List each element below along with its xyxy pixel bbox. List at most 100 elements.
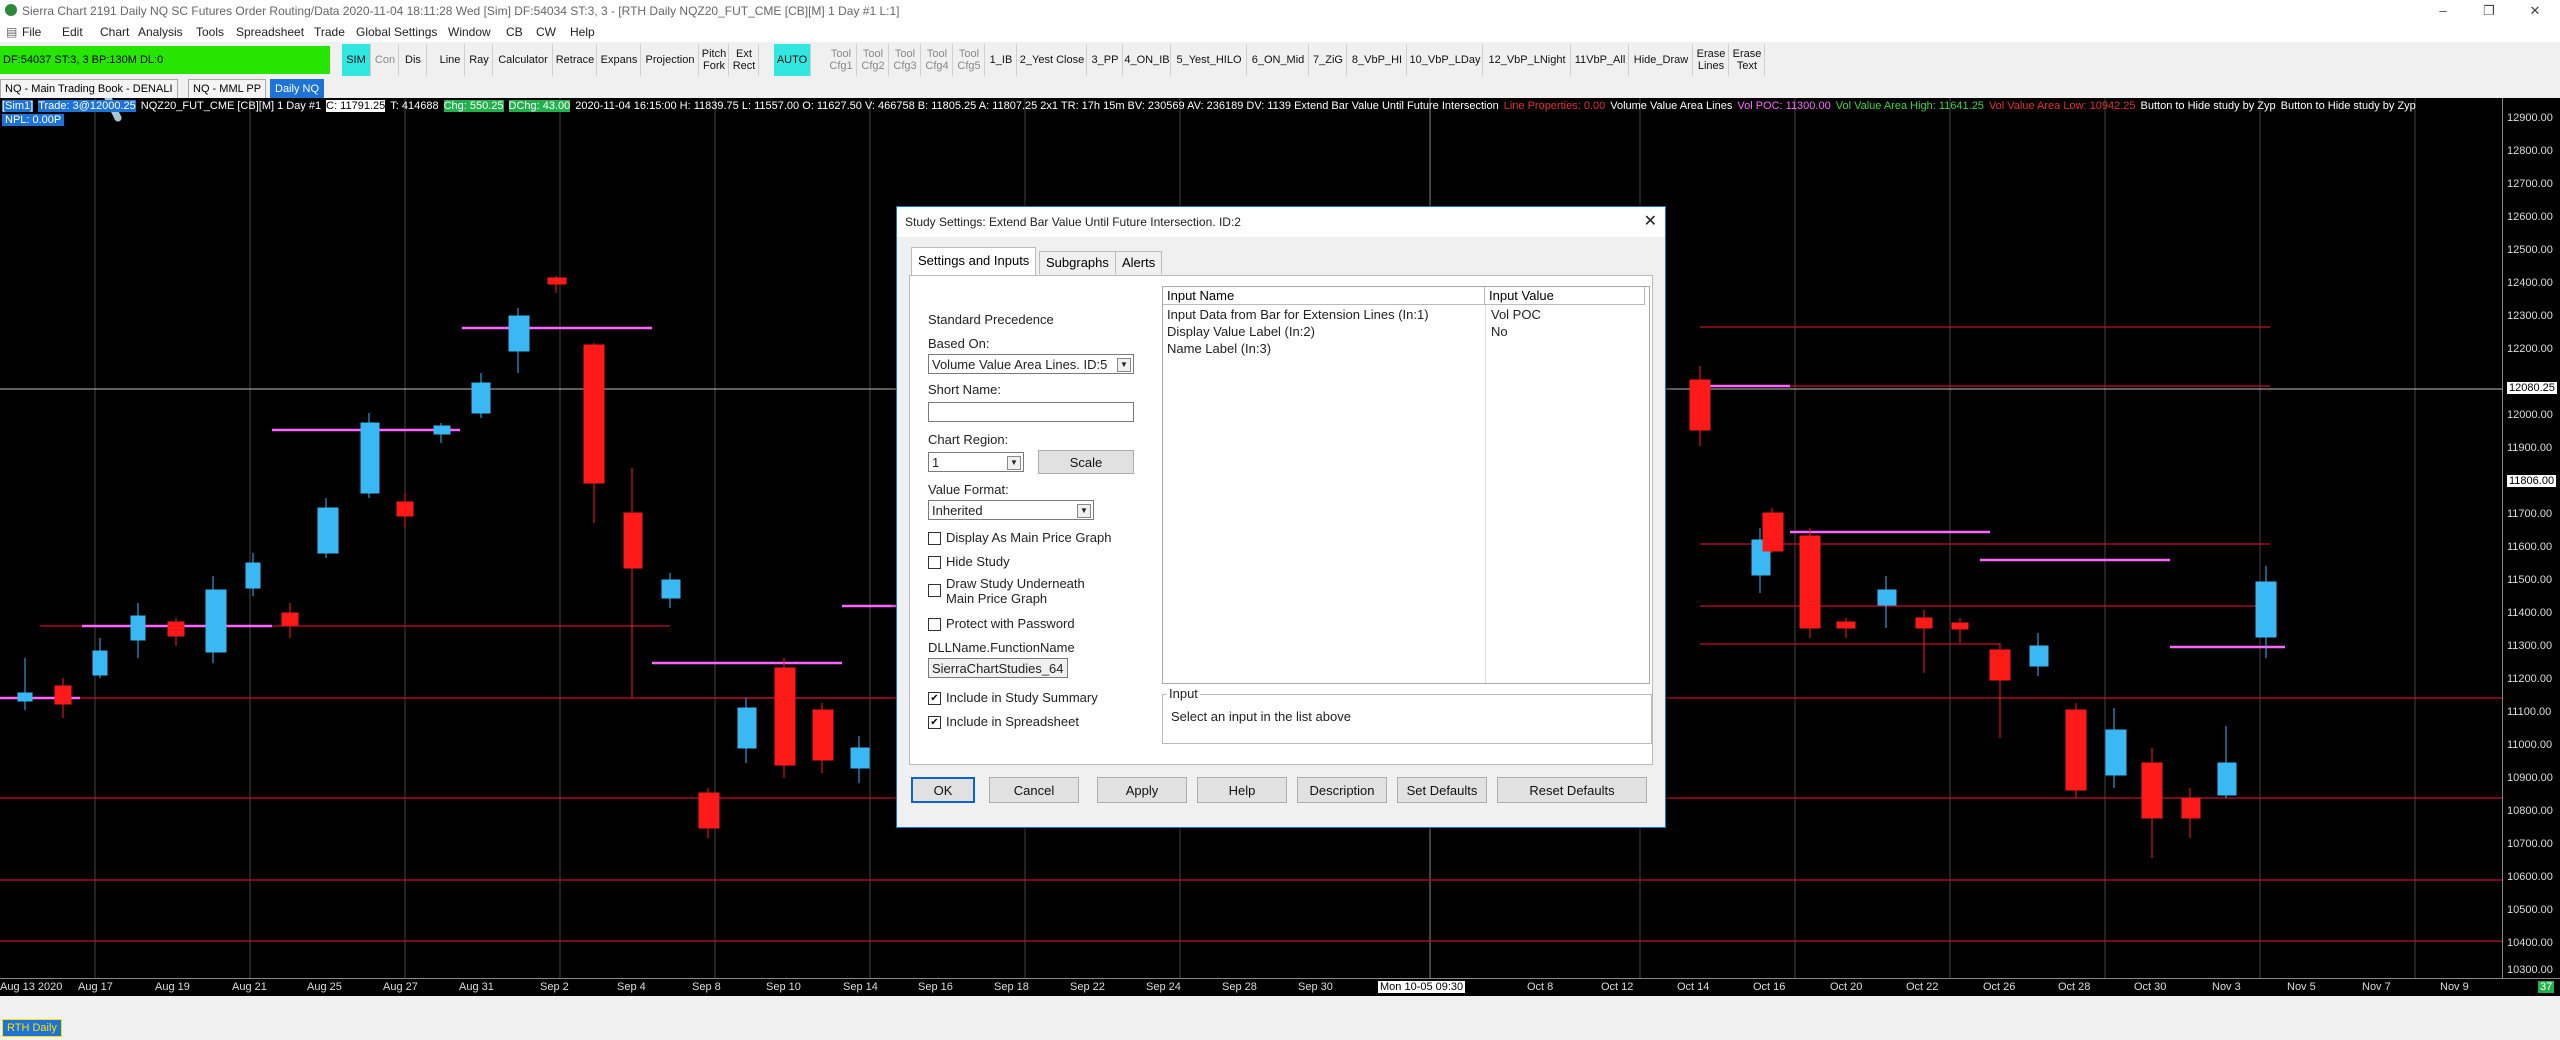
input-name-header[interactable]: Input Name <box>1163 287 1485 305</box>
include-in-study-summary-checkbox[interactable]: ✔ <box>928 692 941 705</box>
hide-study-button-1[interactable]: Button to Hide study by Zyp <box>2141 100 2276 112</box>
menu-analysis[interactable]: Analysis <box>138 25 183 39</box>
menu-help[interactable]: Help <box>570 25 595 39</box>
tool-cfg2-button[interactable]: Tool Cfg2 <box>858 44 889 76</box>
on-mid-button[interactable]: 6_ON_Mid <box>1248 44 1309 76</box>
ok-button[interactable]: OK <box>911 777 975 803</box>
on-ib-button[interactable]: 4_ON_IB <box>1124 44 1171 76</box>
y-tick: 11100.00 <box>2507 706 2552 718</box>
value-format-select[interactable]: Inherited ▼ <box>928 500 1094 520</box>
ib-button[interactable]: 1_IB <box>986 44 1017 76</box>
menu-window[interactable]: Window <box>448 25 491 39</box>
projection-tool-button[interactable]: Projection <box>642 44 699 76</box>
menu-spreadsheet[interactable]: Spreadsheet <box>236 25 304 39</box>
menu-cb[interactable]: CB <box>506 25 523 39</box>
menu-global-settings[interactable]: Global Settings <box>356 25 437 39</box>
erase-text-button[interactable]: Erase Text <box>1730 44 1765 76</box>
input-row-1-name[interactable]: Input Data from Bar for Extension Lines … <box>1167 307 1429 322</box>
vah-label: Vol Value Area High: 11641.25 <box>1835 100 1984 112</box>
x-axis[interactable]: Aug 13 2020 Aug 17 Aug 19 Aug 21 Aug 25 … <box>0 978 2560 997</box>
hide-study-checkbox[interactable] <box>928 556 941 569</box>
inputs-grid[interactable]: Input Name Input Value Input Data from B… <box>1162 286 1650 684</box>
tab-daily-nq[interactable]: Daily NQ <box>270 79 325 99</box>
menu-file[interactable]: File <box>22 25 41 39</box>
input-value-header[interactable]: Input Value <box>1485 287 1645 305</box>
tab-mml-pp[interactable]: NQ - MML PP <box>188 79 267 99</box>
vbp-all-button[interactable]: 11VbP_All <box>1572 44 1629 76</box>
y-axis[interactable]: 12900.00 12800.00 12700.00 12600.00 1250… <box>2502 98 2560 978</box>
tool-cfg4-button[interactable]: Tool Cfg4 <box>922 44 953 76</box>
x-tick: Nov 3 <box>2212 981 2241 993</box>
menu-cw[interactable]: CW <box>536 25 556 39</box>
display-as-main-price-graph-checkbox[interactable] <box>928 532 941 545</box>
close-icon[interactable]: ✕ <box>2512 0 2558 22</box>
input-row-1-value[interactable]: Vol POC <box>1491 307 1541 322</box>
x-tick: Aug 31 <box>459 981 494 993</box>
y-tick: 10900.00 <box>2507 772 2553 784</box>
chart-region-select[interactable]: 1 ▼ <box>928 452 1024 472</box>
close-label: C: 11791.25 <box>326 100 386 112</box>
description-button[interactable]: Description <box>1297 777 1387 803</box>
tab-settings-and-inputs[interactable]: Settings and Inputs <box>911 247 1037 276</box>
dialog-close-icon[interactable]: ✕ <box>1644 211 1657 231</box>
tool-cfg3-button[interactable]: Tool Cfg3 <box>890 44 921 76</box>
x-tick: Sep 22 <box>1070 981 1105 993</box>
expansion-tool-button[interactable]: Expans <box>598 44 641 76</box>
x-tick: Aug 17 <box>78 981 113 993</box>
help-button[interactable]: Help <box>1197 777 1287 803</box>
calculator-tool-button[interactable]: Calculator <box>494 44 553 76</box>
yest-hilo-button[interactable]: 5_Yest_HILO <box>1172 44 1247 76</box>
chart-menu-icon[interactable]: ▤ <box>6 25 17 39</box>
pp-button[interactable]: 3_PP <box>1088 44 1123 76</box>
x-tick: Aug 25 <box>307 981 342 993</box>
tool-cfg5-button[interactable]: Tool Cfg5 <box>954 44 985 76</box>
reset-defaults-button[interactable]: Reset Defaults <box>1497 777 1647 803</box>
disconnect-button[interactable]: Dis <box>400 44 427 76</box>
y-tick: 11600.00 <box>2507 541 2553 553</box>
ext-rect-tool-button[interactable]: Ext Rect <box>730 44 759 76</box>
vbp-lday-button[interactable]: 10_VbP_LDay <box>1408 44 1483 76</box>
settings-panel: Standard Precedence Based On: Volume Val… <box>909 275 1653 765</box>
retrace-tool-button[interactable]: Retrace <box>554 44 597 76</box>
hide-study-button-2[interactable]: Button to Hide study by Zyp <box>2281 100 2416 112</box>
apply-button[interactable]: Apply <box>1097 777 1187 803</box>
yest-close-button[interactable]: 2_Yest Close <box>1018 44 1087 76</box>
menu-tools[interactable]: Tools <box>196 25 224 39</box>
zig-button[interactable]: 7_ZiG <box>1310 44 1347 76</box>
cancel-button[interactable]: Cancel <box>989 777 1079 803</box>
vbp-hi-button[interactable]: 8_VbP_HI <box>1348 44 1407 76</box>
connect-button[interactable]: Con <box>372 44 399 76</box>
restore-icon[interactable]: ❐ <box>2466 0 2512 22</box>
sim-button[interactable]: SIM <box>342 44 371 76</box>
auto-button[interactable]: AUTO <box>774 44 811 76</box>
tool-cfg1-button[interactable]: Tool Cfg1 <box>826 44 857 76</box>
include-in-spreadsheet-checkbox[interactable]: ✔ <box>928 716 941 729</box>
based-on-select[interactable]: Volume Value Area Lines. ID:5 ▼ <box>928 354 1134 374</box>
protect-with-password-checkbox[interactable] <box>928 618 941 631</box>
ray-tool-button[interactable]: Ray <box>466 44 493 76</box>
hide-draw-button[interactable]: Hide_Draw <box>1630 44 1693 76</box>
set-defaults-button[interactable]: Set Defaults <box>1397 777 1487 803</box>
input-row-3-name[interactable]: Name Label (In:3) <box>1167 341 1271 356</box>
vbp-lnight-button[interactable]: 12_VbP_LNight <box>1484 44 1571 76</box>
tab-rth-daily[interactable]: RTH Daily <box>2 1019 62 1037</box>
line-tool-button[interactable]: Line <box>436 44 465 76</box>
draw-underneath-label: Draw Study Underneath Main Price Graph <box>946 576 1085 606</box>
menu-chart[interactable]: Chart <box>100 25 129 39</box>
minimize-icon[interactable]: – <box>2420 0 2466 22</box>
short-name-input[interactable] <box>928 402 1134 422</box>
menu-trade[interactable]: Trade <box>314 25 345 39</box>
tab-main-trading-book[interactable]: NQ - Main Trading Book - DENALI <box>0 79 178 99</box>
erase-lines-button[interactable]: Erase Lines <box>1694 44 1729 76</box>
tab-alerts[interactable]: Alerts <box>1115 251 1163 274</box>
tab-subgraphs[interactable]: Subgraphs <box>1039 251 1116 274</box>
input-row-2-value[interactable]: No <box>1491 324 1508 339</box>
draw-underneath-checkbox[interactable] <box>928 584 941 597</box>
menu-edit[interactable]: Edit <box>62 25 83 39</box>
scale-button[interactable]: Scale <box>1038 450 1134 474</box>
pitchfork-tool-button[interactable]: Pitch Fork <box>700 44 729 76</box>
input-row-2-name[interactable]: Display Value Label (In:2) <box>1167 324 1315 339</box>
app-logo-icon <box>5 4 17 16</box>
menu-bar: ▤ File Edit Chart Analysis Tools Spreads… <box>0 22 2560 42</box>
y-tick: 12900.00 <box>2507 112 2553 124</box>
